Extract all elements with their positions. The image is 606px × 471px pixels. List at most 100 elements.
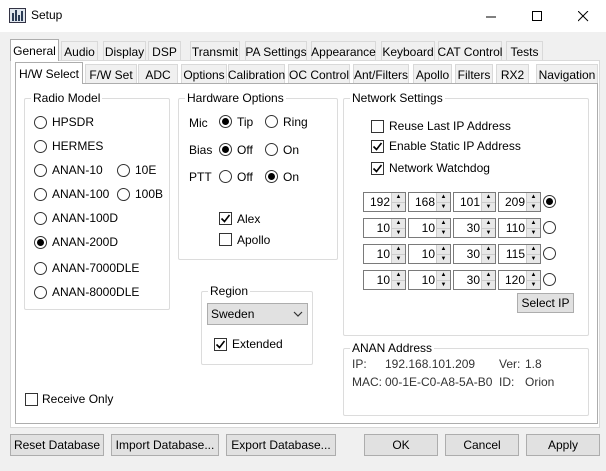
down-arrow-icon[interactable]: ▼ — [437, 280, 450, 289]
down-arrow-icon[interactable]: ▼ — [482, 280, 495, 289]
ptt-off-radio[interactable] — [219, 170, 232, 183]
radio-anan-100d[interactable] — [34, 212, 47, 225]
radio-anan-200d[interactable] — [34, 236, 47, 249]
tab-adc[interactable]: ADC — [138, 64, 178, 84]
down-arrow-icon[interactable]: ▼ — [527, 202, 540, 211]
ip-octet-spinner[interactable]: 209 ▲ ▼ — [498, 192, 541, 212]
ok-button[interactable]: OK — [364, 434, 438, 456]
ip-row-3-radio[interactable] — [543, 247, 556, 260]
alex-checkbox[interactable] — [219, 212, 232, 225]
minimize-button[interactable] — [468, 0, 514, 32]
up-arrow-icon[interactable]: ▲ — [527, 219, 540, 228]
up-arrow-icon[interactable]: ▲ — [437, 193, 450, 202]
tab-tests[interactable]: Tests — [506, 41, 543, 61]
down-arrow-icon[interactable]: ▼ — [437, 228, 450, 237]
down-arrow-icon[interactable]: ▼ — [392, 228, 405, 237]
cancel-button[interactable]: Cancel — [445, 434, 519, 456]
up-arrow-icon[interactable]: ▲ — [437, 271, 450, 280]
ip-row-4-radio[interactable] — [543, 273, 556, 286]
down-arrow-icon[interactable]: ▼ — [392, 254, 405, 263]
down-arrow-icon[interactable]: ▼ — [527, 228, 540, 237]
static-ip-checkbox[interactable] — [371, 140, 384, 153]
radio-hermes[interactable] — [34, 140, 47, 153]
up-arrow-icon[interactable]: ▲ — [482, 245, 495, 254]
ip-octet-spinner[interactable]: 10 ▲ ▼ — [363, 270, 406, 290]
tab-fw-set[interactable]: F/W Set — [85, 64, 137, 84]
up-arrow-icon[interactable]: ▲ — [437, 219, 450, 228]
down-arrow-icon[interactable]: ▼ — [482, 254, 495, 263]
ip-row-1-radio[interactable] — [543, 195, 556, 208]
ip-octet-spinner[interactable]: 110 ▲ ▼ — [498, 218, 541, 238]
maximize-button[interactable] — [514, 0, 560, 32]
radio-100b[interactable] — [117, 188, 130, 201]
ip-octet-spinner[interactable]: 10 ▲ ▼ — [408, 218, 451, 238]
mic-ring-radio[interactable] — [265, 115, 278, 128]
radio-anan-7000dle[interactable] — [34, 262, 47, 275]
tab-dsp[interactable]: DSP — [148, 41, 181, 61]
reset-database-button[interactable]: Reset Database — [10, 434, 104, 456]
bias-off-radio[interactable] — [219, 143, 232, 156]
tab-general[interactable]: General — [10, 39, 59, 61]
up-arrow-icon[interactable]: ▲ — [482, 271, 495, 280]
tab-hw-select[interactable]: H/W Select — [15, 62, 83, 84]
tab-cat-control[interactable]: CAT Control — [438, 41, 502, 61]
up-arrow-icon[interactable]: ▲ — [392, 271, 405, 280]
tab-ant-filters[interactable]: Ant/Filters — [353, 64, 409, 84]
tab-navigation[interactable]: Navigation — [536, 64, 598, 84]
ip-octet-spinner[interactable]: 30 ▲ ▼ — [453, 244, 496, 264]
ptt-on-radio[interactable] — [265, 170, 278, 183]
radio-anan-8000dle[interactable] — [34, 286, 47, 299]
apollo-checkbox[interactable] — [219, 233, 232, 246]
ip-octet-spinner[interactable]: 10 ▲ ▼ — [408, 244, 451, 264]
up-arrow-icon[interactable]: ▲ — [392, 193, 405, 202]
ip-octet-spinner[interactable]: 115 ▲ ▼ — [498, 244, 541, 264]
import-database-button[interactable]: Import Database... — [111, 434, 219, 456]
apply-button[interactable]: Apply — [526, 434, 600, 456]
tab-appearance[interactable]: Appearance — [311, 41, 376, 61]
tab-oc-control[interactable]: OC Control — [288, 64, 350, 84]
receive-only-checkbox[interactable] — [25, 393, 38, 406]
tab-transmit[interactable]: Transmit — [190, 41, 240, 61]
ip-octet-spinner[interactable]: 30 ▲ ▼ — [453, 218, 496, 238]
up-arrow-icon[interactable]: ▲ — [527, 245, 540, 254]
down-arrow-icon[interactable]: ▼ — [527, 254, 540, 263]
down-arrow-icon[interactable]: ▼ — [392, 280, 405, 289]
ip-octet-spinner[interactable]: 10 ▲ ▼ — [363, 218, 406, 238]
tab-calibration[interactable]: Calibration — [228, 64, 285, 84]
down-arrow-icon[interactable]: ▼ — [482, 202, 495, 211]
tab-apollo[interactable]: Apollo — [413, 64, 452, 84]
ip-octet-spinner[interactable]: 30 ▲ ▼ — [453, 270, 496, 290]
up-arrow-icon[interactable]: ▲ — [437, 245, 450, 254]
tab-pa-settings[interactable]: PA Settings — [245, 41, 307, 61]
ip-octet-spinner[interactable]: 168 ▲ ▼ — [408, 192, 451, 212]
export-database-button[interactable]: Export Database... — [226, 434, 336, 456]
ip-row-2-radio[interactable] — [543, 221, 556, 234]
ip-octet-spinner[interactable]: 10 ▲ ▼ — [363, 244, 406, 264]
ip-octet-spinner[interactable]: 120 ▲ ▼ — [498, 270, 541, 290]
reuse-ip-checkbox[interactable] — [371, 120, 384, 133]
down-arrow-icon[interactable]: ▼ — [392, 202, 405, 211]
watchdog-checkbox[interactable] — [371, 162, 384, 175]
radio-anan-10[interactable] — [34, 164, 47, 177]
up-arrow-icon[interactable]: ▲ — [527, 271, 540, 280]
tab-keyboard[interactable]: Keyboard — [381, 41, 435, 61]
radio-hpsdr[interactable] — [34, 116, 47, 129]
tab-filters[interactable]: Filters — [455, 64, 493, 84]
up-arrow-icon[interactable]: ▲ — [392, 245, 405, 254]
up-arrow-icon[interactable]: ▲ — [527, 193, 540, 202]
region-dropdown[interactable]: Sweden — [207, 303, 308, 325]
down-arrow-icon[interactable]: ▼ — [437, 202, 450, 211]
select-ip-button[interactable]: Select IP — [517, 293, 574, 313]
radio-10e[interactable] — [117, 164, 130, 177]
tab-rx2[interactable]: RX2 — [496, 64, 529, 84]
down-arrow-icon[interactable]: ▼ — [437, 254, 450, 263]
up-arrow-icon[interactable]: ▲ — [392, 219, 405, 228]
extended-checkbox[interactable] — [214, 338, 227, 351]
mic-tip-radio[interactable] — [219, 115, 232, 128]
tab-audio[interactable]: Audio — [61, 41, 98, 61]
radio-anan-100[interactable] — [34, 188, 47, 201]
up-arrow-icon[interactable]: ▲ — [482, 219, 495, 228]
close-button[interactable] — [560, 0, 606, 32]
ip-octet-spinner[interactable]: 10 ▲ ▼ — [408, 270, 451, 290]
down-arrow-icon[interactable]: ▼ — [527, 280, 540, 289]
